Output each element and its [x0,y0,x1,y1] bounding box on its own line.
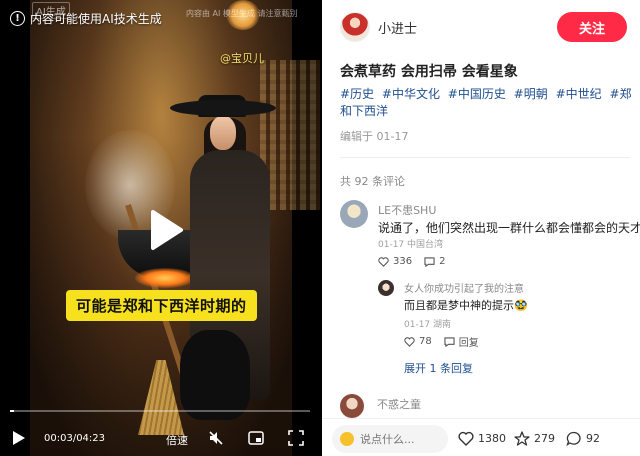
tag-link[interactable]: #明朝 [514,87,548,101]
watermark-top: 内容由 AI 模型生成 请注意甄别 [186,9,298,18]
play-icon[interactable] [12,430,26,446]
video-player[interactable]: AI生成 ! 内容可能使用AI技术生成 内容由 AI 模型生成 请注意甄别 @宝… [0,0,322,456]
tag-link[interactable]: #中华文化 [382,87,440,101]
tag-list: #历史 #中华文化 #中国历史 #明朝 #中世纪 #郑和下西洋 [340,86,632,120]
bottom-action-bar: 1380 279 92 [322,418,640,456]
heart-icon [458,431,474,446]
commenter-avatar[interactable] [340,394,364,418]
replier-avatar[interactable] [378,280,394,296]
comment-like-button[interactable]: 336 [378,256,412,267]
replier-name[interactable]: 女人你成功引起了我的注意 [404,280,524,295]
ai-notice: ! 内容可能使用AI技术生成 [10,10,162,27]
chat-bubble-icon [424,256,435,267]
author-name[interactable]: 小进士 [378,18,417,37]
comment-like-count: 336 [393,256,413,267]
tag-link[interactable]: #中国历史 [448,87,506,101]
like-button[interactable]: 1380 [458,431,506,446]
edit-date: 编辑于 01-17 [340,130,409,143]
favorite-count: 279 [534,432,555,445]
comment-bubble-icon [566,431,581,446]
reply-actions: 78 回复 [404,334,479,349]
comment-reply-count: 2 [439,256,446,267]
comment-actions: 336 2 [378,256,445,267]
expand-replies-link[interactable]: 展开 1 条回复 [404,360,473,376]
reply-like-count: 78 [419,336,432,347]
ai-notice-text: 内容可能使用AI技术生成 [30,12,162,26]
like-count: 1380 [478,432,506,445]
tag-link[interactable]: #历史 [340,87,374,101]
fullscreen-icon[interactable] [288,430,304,446]
reply-like-button[interactable]: 78 [404,334,432,349]
speed-button[interactable]: 倍速 [166,432,188,448]
reply-reply-button[interactable]: 回复 [444,334,479,349]
comment-meta: 01-17 中国台湾 [378,240,444,250]
woman-face [210,116,236,150]
tag-link[interactable]: #中世纪 [556,87,602,101]
progress-fill [10,410,14,412]
comment-count-bottom: 92 [586,432,600,445]
commenter-avatar[interactable] [340,200,368,228]
commenter-name[interactable]: 不惑之童 [377,396,421,412]
star-icon [514,431,530,446]
progress-bar[interactable] [10,410,310,412]
comment-text: 说通了，他们突然出现一群什么都会懂都会的天才 [378,221,640,235]
broom-head [138,360,184,435]
chat-bubble-icon [444,336,455,347]
post-title: 会煮草药 会用扫帚 会看星象 [340,64,518,80]
video-caption: 可能是郑和下西洋时期的 [66,290,257,321]
emoji-icon[interactable] [340,432,354,446]
video-time: 00:03/04:23 [44,433,106,444]
reply-item: 女人你成功引起了我的注意 而且都是梦中神的提示🥸 01-17 湖南 78 回复 [378,278,608,368]
comment-input-box[interactable] [332,425,448,453]
favorite-button[interactable]: 279 [514,431,555,446]
video-controls: 00:03/04:23 倍速 [0,426,322,452]
divider [340,157,630,158]
follow-button[interactable]: 关注 [557,12,627,42]
comment-reply-button[interactable]: 2 [424,256,445,267]
post-panel: 小进士 关注 会煮草药 会用扫帚 会看星象 #历史 #中华文化 #中国历史 #明… [322,0,640,456]
play-overlay-icon[interactable] [139,206,187,254]
reply-reply-label: 回复 [458,338,479,349]
author-avatar[interactable] [340,12,370,42]
black-cat [180,330,250,420]
mute-icon[interactable] [208,430,224,446]
heart-icon [378,256,389,267]
fire [135,268,195,288]
info-icon: ! [10,11,25,26]
comment-input[interactable] [360,432,440,446]
comment-button[interactable]: 92 [566,431,600,446]
commenter-name[interactable]: LE不患SHU [378,202,436,218]
watermark-author: @宝贝儿 [220,52,264,65]
picture-in-picture-icon[interactable] [248,430,264,446]
heart-icon [404,336,415,347]
reply-text: 而且都是梦中神的提示🥸 [404,299,528,312]
reply-meta: 01-17 湖南 [404,320,452,330]
woman-hat-brim [170,100,276,116]
comment-count: 共 92 条评论 [340,175,405,188]
